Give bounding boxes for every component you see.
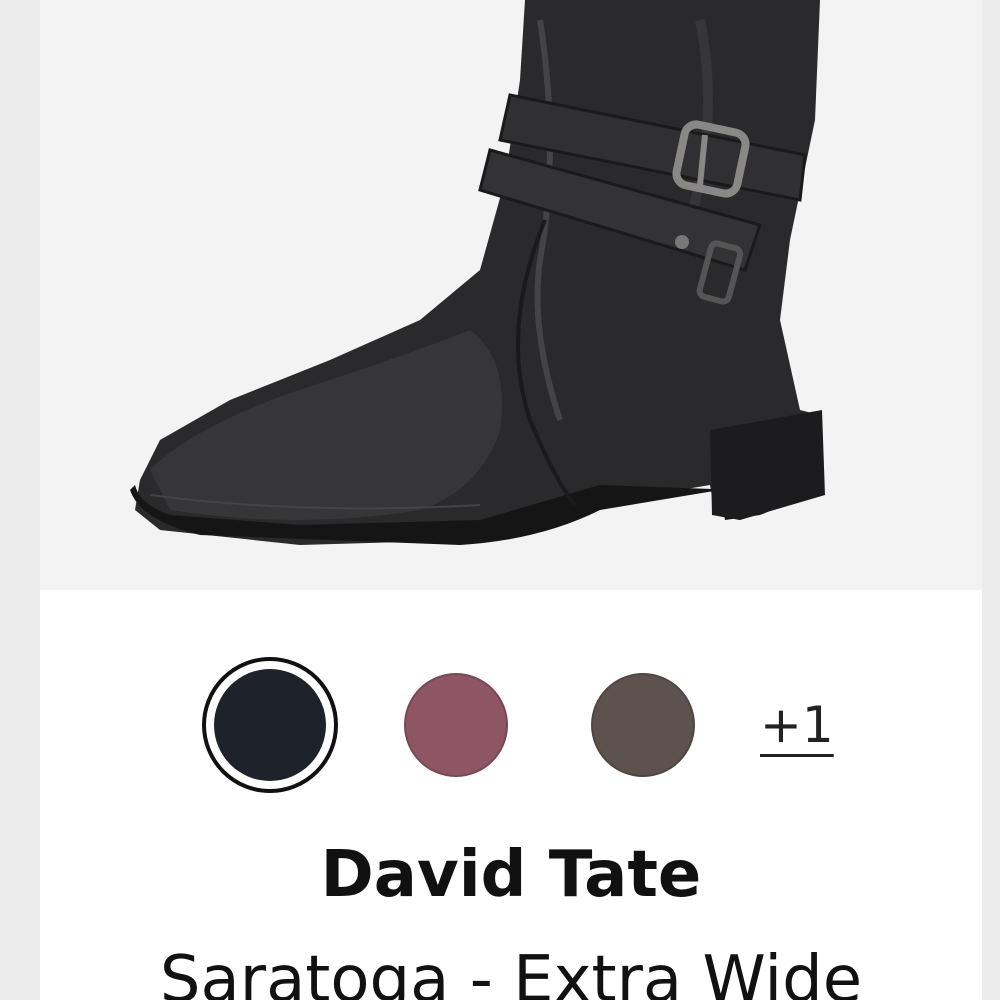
more-colors-link[interactable]: +1 [760,695,834,755]
swatch-plum[interactable] [404,673,508,777]
swatch-taupe[interactable] [591,673,695,777]
color-swatches: +1 [40,655,982,795]
swatch-black-fill [214,669,326,781]
product-name[interactable]: Saratoga - Extra Wide [40,940,982,1000]
product-image[interactable] [40,0,982,590]
boot-image [130,0,825,545]
product-card[interactable]: +1 David Tate Saratoga - Extra Wide [40,0,982,1000]
product-page: +1 David Tate Saratoga - Extra Wide [0,0,1000,1000]
swatch-black-selected[interactable] [202,657,338,793]
product-brand[interactable]: David Tate [40,835,982,915]
